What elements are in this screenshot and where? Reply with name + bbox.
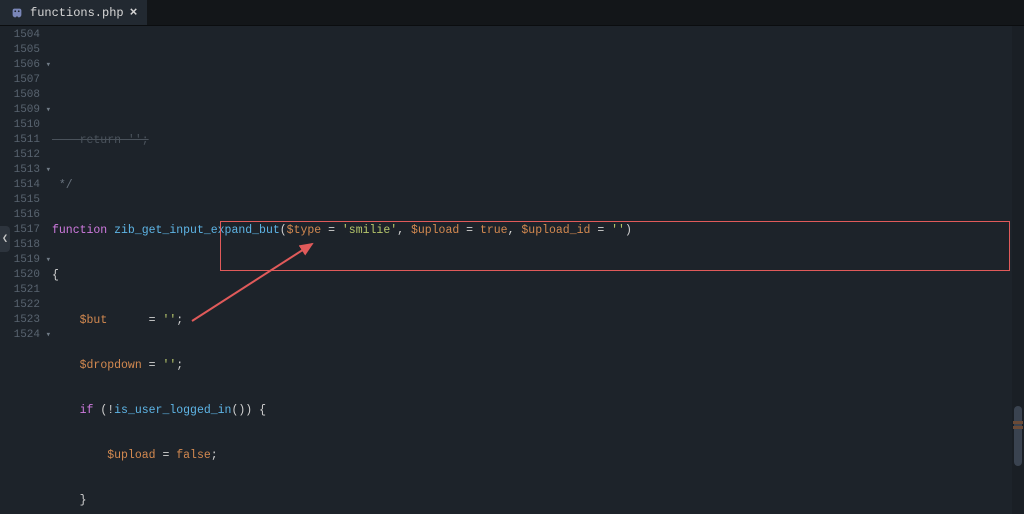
code-area[interactable]: return ''; */ function zib_get_input_exp… xyxy=(52,26,1024,514)
scrollbar-thumb[interactable] xyxy=(1014,406,1022,466)
file-tab[interactable]: functions.php × xyxy=(0,0,147,25)
php-elephant-icon xyxy=(10,6,24,20)
tab-bar: functions.php × xyxy=(0,0,1024,26)
panel-expand-handle[interactable]: ❮ xyxy=(0,226,10,252)
line-number-gutter: 1504150515061507150815091510151115121513… xyxy=(0,26,52,514)
close-icon[interactable]: × xyxy=(130,5,138,20)
vertical-scrollbar[interactable] xyxy=(1012,26,1024,514)
code-editor: ❮ 15041505150615071508150915101511151215… xyxy=(0,26,1024,514)
comment: */ xyxy=(52,179,73,192)
tab-filename: functions.php xyxy=(30,6,124,20)
